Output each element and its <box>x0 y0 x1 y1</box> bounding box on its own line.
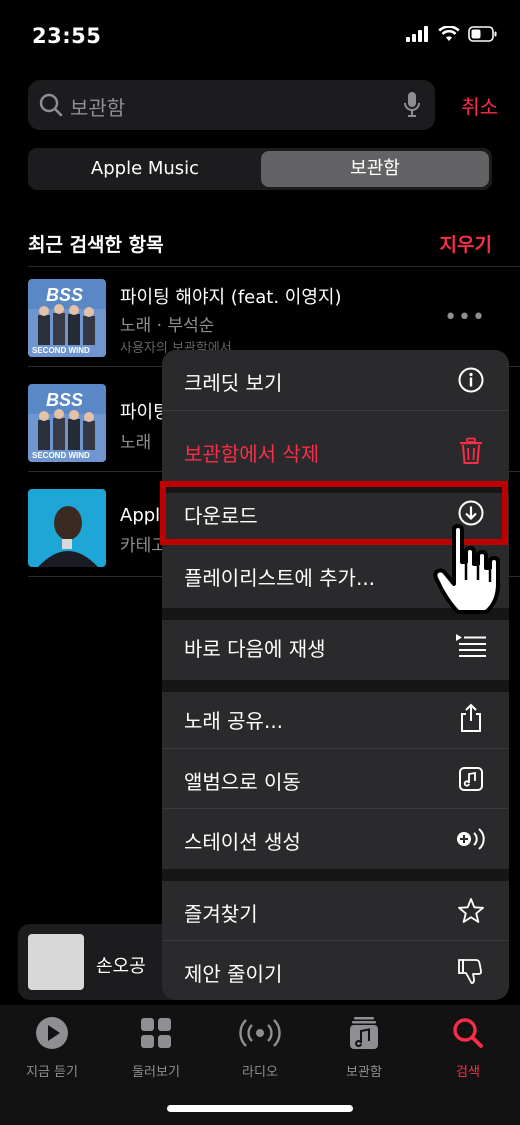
recent-searches-header: 최근 검색한 항목 지우기 <box>28 230 492 258</box>
battery-icon <box>468 26 497 42</box>
mini-player-art <box>28 934 84 990</box>
menu-item-delete-from-library[interactable]: 보관함에서 삭제 <box>162 421 509 481</box>
search-icon <box>453 1018 483 1048</box>
menu-item-play-next[interactable]: 바로 다음에 재생 <box>162 616 509 676</box>
star-icon <box>455 895 487 927</box>
tab-label: 보관함 <box>346 1065 382 1080</box>
station-icon <box>455 823 487 855</box>
menu-item-label: 보관함에서 삭제 <box>184 442 320 466</box>
thumbs-down-icon <box>455 955 487 987</box>
album-art-text: BSS <box>46 285 83 305</box>
tab-library[interactable]: 보관함 <box>312 1015 416 1080</box>
microphone-icon[interactable] <box>403 91 421 119</box>
cellular-signal-icon <box>406 26 428 42</box>
trash-icon <box>455 435 487 467</box>
scope-segmented-control: Apple Music 보관함 <box>28 148 492 190</box>
tab-label: 검색 <box>456 1065 480 1080</box>
tab-label: 둘러보기 <box>132 1065 180 1080</box>
album-art: BSS SECOND WIND <box>28 279 106 357</box>
info-icon <box>455 364 487 396</box>
pointing-hand-icon <box>433 524 500 614</box>
album-art-text: BSS <box>46 390 83 410</box>
album-art: BSS SECOND WIND <box>28 384 106 462</box>
search-input[interactable]: 보관함 <box>28 80 435 130</box>
clear-button[interactable]: 지우기 <box>440 230 492 257</box>
library-icon <box>350 1017 378 1049</box>
category-art <box>28 489 106 567</box>
menu-item-label: 즐겨찾기 <box>184 902 258 926</box>
wifi-icon <box>438 26 460 41</box>
row-subtitle: 노래 · 부석순 <box>120 316 215 336</box>
menu-divider <box>162 410 509 411</box>
menu-item-label: 제안 줄이기 <box>184 962 283 986</box>
status-bar: 23:55 <box>0 0 520 70</box>
cancel-button[interactable]: 취소 <box>461 91 498 120</box>
more-icon[interactable]: ••• <box>444 305 486 330</box>
menu-item-label: 바로 다음에 재생 <box>184 637 326 661</box>
menu-item-suggest-less[interactable]: 제안 줄이기 <box>162 941 509 1000</box>
section-title: 최근 검색한 항목 <box>28 234 164 256</box>
album-art-subtext: SECOND WIND <box>32 451 90 460</box>
tab-label: 지금 듣기 <box>26 1065 78 1080</box>
play-circle-icon <box>36 1017 68 1049</box>
tab-browse[interactable]: 둘러보기 <box>104 1015 208 1080</box>
row-title: 파이팅 해야지 (feat. 이영지) <box>120 287 342 308</box>
context-menu: 크레딧 보기 보관함에서 삭제 다운로드 플레이리스트에 추가... 바로 다음… <box>162 350 509 1000</box>
tab-listen-now[interactable]: 지금 듣기 <box>0 1015 104 1080</box>
status-time: 23:55 <box>32 24 102 48</box>
segment-apple-music[interactable]: Apple Music <box>31 151 259 187</box>
share-icon <box>455 702 487 734</box>
menu-item-label: 플레이리스트에 추가... <box>184 566 376 590</box>
tab-label: 라디오 <box>242 1065 278 1080</box>
menu-item-favorite[interactable]: 즐겨찾기 <box>162 881 509 941</box>
tab-radio[interactable]: 라디오 <box>208 1015 312 1080</box>
home-indicator <box>167 1105 353 1112</box>
menu-group-gap <box>162 869 509 881</box>
mini-player-title: 손오공 <box>96 956 146 977</box>
menu-item-label: 앨범으로 이동 <box>184 770 301 794</box>
search-placeholder: 보관함 <box>70 96 126 120</box>
album-art-subtext: SECOND WIND <box>32 346 90 355</box>
menu-item-create-station[interactable]: 스테이션 생성 <box>162 809 509 869</box>
play-next-icon <box>455 630 487 662</box>
menu-item-share-song[interactable]: 노래 공유... <box>162 688 509 748</box>
menu-item-go-to-album[interactable]: 앨범으로 이동 <box>162 749 509 809</box>
row-subtitle: 노래 <box>120 433 152 453</box>
album-icon <box>455 763 487 795</box>
tab-search[interactable]: 검색 <box>416 1015 520 1080</box>
menu-item-label: 크레딧 보기 <box>184 371 283 395</box>
grid-icon <box>141 1018 171 1048</box>
search-icon <box>39 93 63 117</box>
radio-icon <box>239 1019 281 1047</box>
search-row: 보관함 취소 <box>28 80 498 130</box>
menu-item-label: 노래 공유... <box>184 709 284 733</box>
segment-library[interactable]: 보관함 <box>261 151 489 187</box>
row-title: Appl <box>120 505 161 526</box>
status-icons <box>406 26 498 42</box>
menu-item-credits[interactable]: 크레딧 보기 <box>162 350 509 410</box>
menu-item-label: 스테이션 생성 <box>184 830 301 854</box>
